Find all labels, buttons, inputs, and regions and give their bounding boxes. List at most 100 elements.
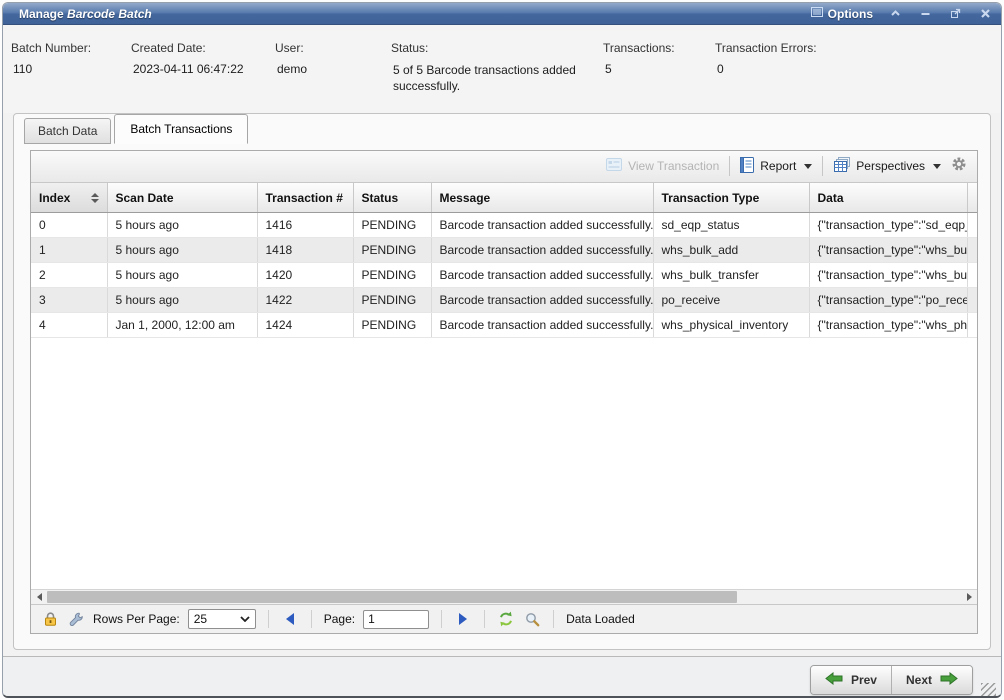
lock-icon[interactable]	[41, 610, 59, 628]
previous-page-icon	[286, 613, 294, 625]
tab-strip: Batch Data Batch Transactions	[14, 114, 990, 144]
scrollbar-thumb[interactable]	[47, 591, 737, 603]
cell-status: PENDING	[353, 288, 431, 313]
collapse-button[interactable]	[887, 6, 903, 22]
transaction-errors-field: Transaction Errors: 0	[715, 41, 885, 113]
rows-per-page-select[interactable]: 25	[188, 609, 256, 629]
cell-status: PENDING	[353, 263, 431, 288]
table-row[interactable]: 0 5 hours ago 1416 PENDING Barcode trans…	[31, 213, 977, 238]
cell-transaction-type: whs_physical_inventory	[653, 313, 809, 338]
table-row[interactable]: 3 5 hours ago 1422 PENDING Barcode trans…	[31, 288, 977, 313]
cell-spacer	[967, 213, 977, 238]
transactions-value: 5	[603, 62, 707, 76]
cell-transaction-number: 1422	[257, 288, 353, 313]
search-icon[interactable]	[523, 610, 541, 628]
cell-message: Barcode transaction added successfully.	[431, 288, 653, 313]
pager-bar: Rows Per Page: 25 Page: Data Loaded	[31, 604, 977, 633]
tab-batch-data[interactable]: Batch Data	[24, 118, 111, 144]
next-arrow-icon	[940, 672, 958, 688]
batch-number-value: 110	[11, 62, 123, 76]
page-input[interactable]	[363, 610, 429, 629]
minimize-button[interactable]	[917, 6, 933, 22]
next-page-icon	[459, 613, 467, 625]
report-button[interactable]: Report	[740, 157, 812, 176]
cell-spacer	[967, 288, 977, 313]
previous-page-button[interactable]	[281, 610, 299, 628]
table-header-row: Index Scan Date Transaction # Status Mes…	[31, 183, 977, 213]
cell-index: 4	[31, 313, 107, 338]
toolbar-separator	[729, 156, 730, 176]
table-row[interactable]: 4 Jan 1, 2000, 12:00 am 1424 PENDING Bar…	[31, 313, 977, 338]
scrollbar-track[interactable]	[47, 590, 961, 604]
cell-data: {"transaction_type":"sd_eqp_statu	[809, 213, 967, 238]
scroll-right-arrow[interactable]	[961, 590, 977, 604]
close-button[interactable]	[977, 6, 993, 22]
status-label: Status:	[391, 41, 595, 55]
cell-data: {"transaction_type":"whs_bulk_add	[809, 238, 967, 263]
column-header-scan-date[interactable]: Scan Date	[107, 183, 257, 213]
cell-transaction-number: 1416	[257, 213, 353, 238]
perspectives-button[interactable]: Perspectives	[833, 157, 941, 176]
pager-separator	[484, 610, 485, 628]
cell-scan-date: 5 hours ago	[107, 238, 257, 263]
column-header-status[interactable]: Status	[353, 183, 431, 213]
cell-index: 1	[31, 238, 107, 263]
view-transaction-icon	[606, 158, 622, 174]
view-transaction-button[interactable]: View Transaction	[606, 158, 719, 174]
refresh-icon[interactable]	[497, 610, 515, 628]
sort-icon[interactable]	[91, 193, 99, 203]
cell-spacer	[967, 238, 977, 263]
perspectives-icon	[833, 157, 850, 176]
options-button[interactable]: Options	[811, 6, 873, 21]
manage-barcode-batch-window: Manage Barcode Batch Options Batch Numbe…	[2, 2, 1002, 698]
cell-message: Barcode transaction added successfully.	[431, 313, 653, 338]
wrench-icon[interactable]	[67, 610, 85, 628]
rows-per-page-value: 25	[194, 612, 207, 626]
select-caret-icon	[240, 616, 250, 622]
pager-separator	[311, 610, 312, 628]
table-row[interactable]: 1 5 hours ago 1418 PENDING Barcode trans…	[31, 238, 977, 263]
next-label: Next	[906, 673, 932, 687]
tab-batch-transactions[interactable]: Batch Transactions	[114, 114, 248, 144]
prev-label: Prev	[851, 673, 877, 687]
grid-settings-gear-icon[interactable]	[951, 156, 967, 177]
cell-transaction-type: po_receive	[653, 288, 809, 313]
load-status-text: Data Loaded	[566, 612, 635, 626]
transaction-errors-value: 0	[715, 62, 877, 76]
cell-status: PENDING	[353, 213, 431, 238]
column-header-data[interactable]: Data	[809, 183, 967, 213]
popout-button[interactable]	[947, 6, 963, 22]
pager-separator	[441, 610, 442, 628]
grid-toolbar: View Transaction Report Perspectives	[31, 151, 977, 183]
cell-scan-date: 5 hours ago	[107, 288, 257, 313]
column-header-index[interactable]: Index	[31, 183, 107, 213]
cell-message: Barcode transaction added successfully.	[431, 213, 653, 238]
column-header-transaction-number[interactable]: Transaction #	[257, 183, 353, 213]
titlebar[interactable]: Manage Barcode Batch Options	[3, 3, 1001, 25]
cell-index: 0	[31, 213, 107, 238]
next-button[interactable]: Next	[891, 666, 972, 694]
user-value: demo	[275, 62, 383, 76]
table-row[interactable]: 2 5 hours ago 1420 PENDING Barcode trans…	[31, 263, 977, 288]
cell-data: {"transaction_type":"po_receive","	[809, 288, 967, 313]
cell-transaction-number: 1420	[257, 263, 353, 288]
report-icon	[740, 157, 754, 176]
cell-message: Barcode transaction added successfully.	[431, 238, 653, 263]
transactions-table: Index Scan Date Transaction # Status Mes…	[31, 183, 977, 339]
transactions-field: Transactions: 5	[603, 41, 715, 113]
column-header-transaction-type[interactable]: Transaction Type	[653, 183, 809, 213]
rows-per-page-label: Rows Per Page:	[93, 612, 180, 626]
next-page-button[interactable]	[454, 610, 472, 628]
cell-spacer	[967, 313, 977, 338]
created-date-field: Created Date: 2023-04-11 06:47:22	[131, 41, 275, 113]
column-header-message[interactable]: Message	[431, 183, 653, 213]
horizontal-scrollbar[interactable]	[31, 589, 977, 604]
resize-grip[interactable]	[981, 683, 996, 698]
scroll-left-arrow[interactable]	[31, 590, 47, 604]
prev-button[interactable]: Prev	[811, 666, 891, 694]
created-date-value: 2023-04-11 06:47:22	[131, 62, 267, 76]
chevron-down-icon	[933, 164, 941, 169]
report-label: Report	[760, 159, 796, 173]
cell-scan-date: 5 hours ago	[107, 263, 257, 288]
grid-body: Index Scan Date Transaction # Status Mes…	[31, 183, 977, 589]
